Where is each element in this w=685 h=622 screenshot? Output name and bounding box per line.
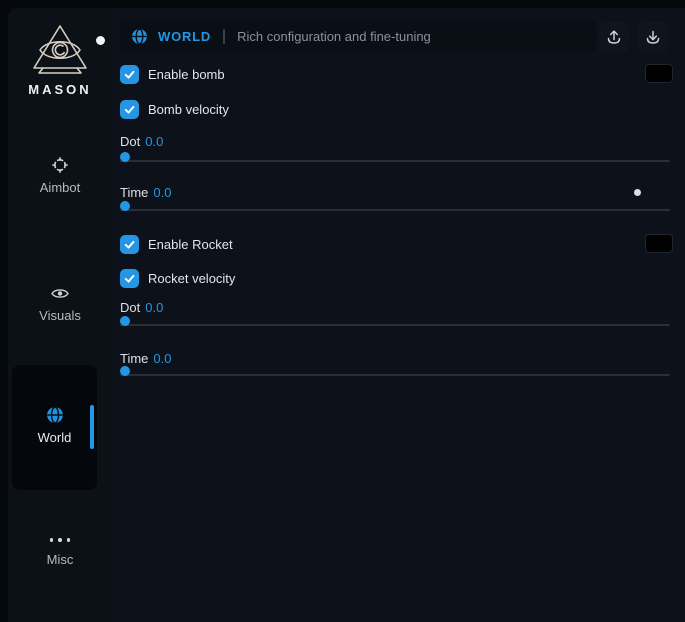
checkbox-label: Enable Rocket <box>148 237 233 252</box>
globe-icon <box>12 406 97 424</box>
checkbox-label: Rocket velocity <box>148 271 235 286</box>
slider-thumb[interactable] <box>120 201 130 211</box>
slider-track <box>120 160 670 162</box>
checkbox-checked <box>120 100 139 119</box>
slider-label-time: Time0.0 <box>120 185 171 200</box>
slider-label-dot: Dot0.0 <box>120 134 163 149</box>
slider-track <box>120 374 670 376</box>
logo-wordmark: MASON <box>8 82 112 97</box>
slider-thumb[interactable] <box>120 366 130 376</box>
cursor-dot <box>96 36 105 45</box>
check-icon <box>123 272 136 285</box>
eye-icon <box>8 284 112 302</box>
slider-track <box>120 324 670 326</box>
divider <box>223 29 225 44</box>
check-icon <box>123 238 136 251</box>
sidebar-item-label: World <box>12 430 97 445</box>
slider-thumb[interactable] <box>120 316 130 326</box>
checkbox-label: Enable bomb <box>148 67 225 82</box>
app-logo: MASON <box>8 23 112 97</box>
slider-label-time: Time0.0 <box>120 351 171 366</box>
sidebar-item-visuals[interactable]: Visuals <box>8 284 112 323</box>
checkbox-label: Bomb velocity <box>148 102 229 117</box>
export-config-button[interactable] <box>599 22 629 52</box>
slider-bomb-time[interactable] <box>120 201 670 218</box>
main-window: MASON Aimbot <box>8 8 685 622</box>
upload-icon <box>606 29 622 45</box>
slider-value: 0.0 <box>153 351 171 366</box>
active-tab-indicator <box>90 405 94 449</box>
app-window: MASON Aimbot <box>0 0 685 622</box>
slider-value: 0.0 <box>145 134 163 149</box>
slider-bomb-dot[interactable] <box>120 152 670 169</box>
sidebar-item-misc[interactable]: Misc <box>8 530 112 567</box>
slider-rocket-time[interactable] <box>120 366 670 383</box>
page-title: WORLD <box>158 29 211 44</box>
checkbox-checked <box>120 269 139 288</box>
download-icon <box>645 29 661 45</box>
cursor-dot <box>634 189 641 196</box>
slider-value: 0.0 <box>153 185 171 200</box>
checkbox-enable-bomb[interactable]: Enable bomb <box>120 64 225 84</box>
sidebar-item-label: Visuals <box>8 308 112 323</box>
slider-thumb[interactable] <box>120 152 130 162</box>
sidebar-item-label: Misc <box>8 552 112 567</box>
check-icon <box>123 103 136 116</box>
crosshair-icon <box>8 156 112 174</box>
page-header: WORLD Rich configuration and fine-tuning <box>120 20 596 52</box>
bomb-color-swatch[interactable] <box>645 64 673 83</box>
slider-track <box>120 209 670 211</box>
sidebar-item-world-selected[interactable]: World <box>12 365 97 490</box>
checkbox-bomb-velocity[interactable]: Bomb velocity <box>120 99 229 119</box>
slider-value: 0.0 <box>145 300 163 315</box>
all-seeing-eye-icon <box>8 23 112 77</box>
sidebar-item-label: Aimbot <box>8 180 112 195</box>
slider-label-dot: Dot0.0 <box>120 300 163 315</box>
checkbox-rocket-velocity[interactable]: Rocket velocity <box>120 268 235 288</box>
check-icon <box>123 68 136 81</box>
rocket-color-swatch[interactable] <box>645 234 673 253</box>
page-subtitle: Rich configuration and fine-tuning <box>237 29 431 44</box>
checkbox-checked <box>120 235 139 254</box>
globe-icon <box>131 28 148 45</box>
checkbox-checked <box>120 65 139 84</box>
import-config-button[interactable] <box>638 22 668 52</box>
sidebar-item-aimbot[interactable]: Aimbot <box>8 156 112 195</box>
sidebar: MASON Aimbot <box>8 8 112 622</box>
ellipsis-icon <box>8 534 112 546</box>
checkbox-enable-rocket[interactable]: Enable Rocket <box>120 234 233 254</box>
slider-rocket-dot[interactable] <box>120 316 670 333</box>
